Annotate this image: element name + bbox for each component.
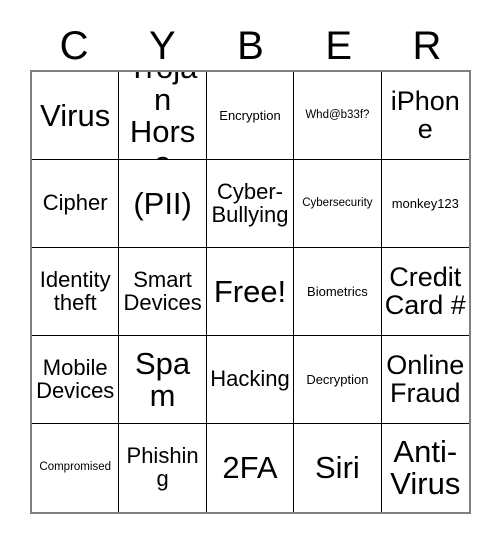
bingo-cell-label: 2FA	[222, 450, 278, 486]
bingo-cell[interactable]: Cyber-Bullying	[206, 160, 295, 248]
bingo-cell-free-space[interactable]: Free!	[206, 248, 295, 336]
bingo-cell[interactable]: Identity theft	[32, 248, 120, 336]
bingo-cell[interactable]: Anti-Virus	[381, 424, 469, 512]
bingo-cell[interactable]: Online Fraud	[381, 336, 469, 424]
bingo-cell[interactable]: Encryption	[206, 72, 295, 160]
bingo-cell[interactable]: Siri	[294, 424, 382, 512]
bingo-cell-label: Smart Devices	[123, 266, 202, 315]
header-letter-3: B	[237, 24, 264, 68]
bingo-cell-label: Biometrics	[307, 283, 368, 299]
bingo-cell[interactable]: iPhone	[381, 72, 469, 160]
bingo-cell-label: Online Fraud	[386, 349, 465, 408]
bingo-cell-label: Trojan Horse	[128, 72, 197, 159]
bingo-cell-label: monkey123	[391, 195, 459, 211]
header-letter-2: Y	[148, 24, 176, 68]
bingo-cell[interactable]: Biometrics	[294, 248, 382, 336]
bingo-cell[interactable]: Cipher	[32, 160, 120, 248]
bingo-cell-label: iPhone	[390, 85, 460, 144]
bingo-cell-label: Credit Card #	[384, 261, 466, 320]
bingo-cell-label: Anti-Virus	[390, 434, 461, 501]
bingo-cell-label: Decryption	[306, 371, 369, 387]
bingo-cell[interactable]: Decryption	[294, 336, 382, 424]
bingo-cell-label: (PII)	[133, 185, 192, 221]
bingo-card: C Y B E R Virus Trojan Horse Encryption …	[0, 0, 500, 544]
bingo-cell-label: Cyber-Bullying	[211, 178, 289, 227]
bingo-cell-label: Whd@b33f?	[305, 108, 370, 121]
bingo-cell-label: Siri	[315, 450, 360, 486]
bingo-cell-label: Compromised	[39, 461, 111, 474]
header-letter-5: R	[412, 24, 442, 68]
bingo-cell[interactable]: Whd@b33f?	[294, 72, 382, 160]
bingo-cell-label: Free!	[213, 273, 287, 309]
header-letter-4: E	[325, 24, 353, 68]
bingo-cell[interactable]: Spam	[119, 336, 207, 424]
bingo-cell[interactable]: Credit Card #	[381, 248, 469, 336]
bingo-cell-label: Encryption	[219, 107, 281, 123]
bingo-grid: Virus Trojan Horse Encryption Whd@b33f? …	[30, 70, 471, 514]
bingo-cell-label: Identity theft	[39, 266, 111, 315]
bingo-cell[interactable]: Smart Devices	[119, 248, 207, 336]
bingo-cell[interactable]: Virus	[32, 72, 120, 160]
bingo-cell[interactable]: (PII)	[119, 160, 207, 248]
bingo-cell[interactable]: Mobile Devices	[32, 336, 120, 424]
header-letter-1: C	[59, 24, 89, 68]
bingo-cell[interactable]: Hacking	[206, 336, 295, 424]
bingo-cell[interactable]: Phishing	[119, 424, 207, 512]
bingo-cell-label: Phishing	[126, 443, 199, 491]
bingo-cell-label: Cipher	[42, 190, 108, 216]
bingo-cell[interactable]: Compromised	[32, 424, 120, 512]
bingo-cell[interactable]: 2FA	[206, 424, 295, 512]
bingo-cell-label: Spam	[135, 345, 191, 413]
bingo-cell[interactable]: Cybersecurity	[294, 160, 382, 248]
bingo-cell-label: Virus	[40, 97, 111, 133]
bingo-cell-label: Hacking	[210, 366, 290, 392]
bingo-cell[interactable]: Trojan Horse	[119, 72, 207, 160]
bingo-header: C Y B E R	[30, 22, 471, 70]
bingo-cell-label: Cybersecurity	[302, 196, 373, 209]
bingo-cell-label: Mobile Devices	[36, 354, 115, 403]
bingo-cell[interactable]: monkey123	[381, 160, 469, 248]
